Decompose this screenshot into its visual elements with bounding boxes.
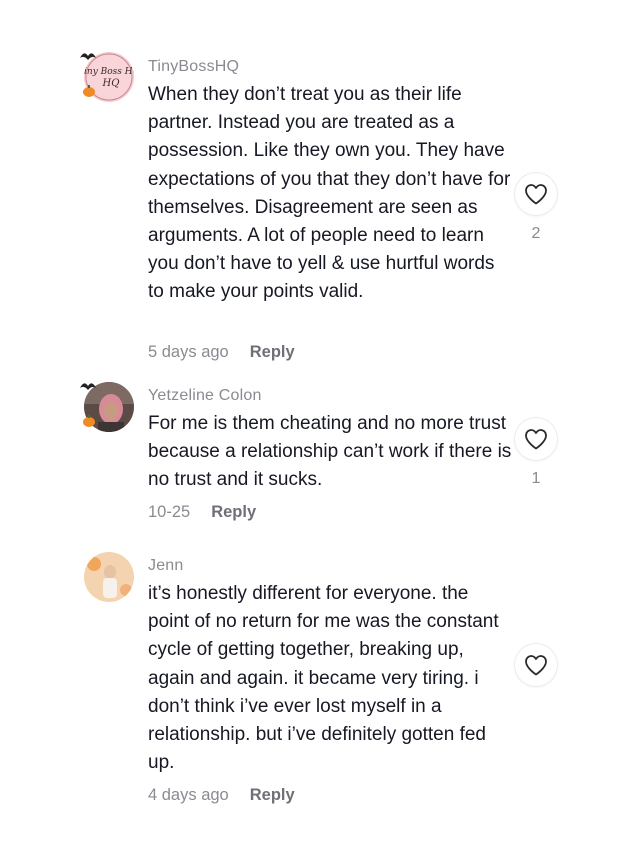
halloween-decoration-icon	[80, 383, 96, 390]
comment-meta: 10-25 Reply	[148, 503, 256, 522]
comment-meta: 5 days ago Reply	[148, 343, 295, 362]
reply-button[interactable]: Reply	[250, 343, 295, 361]
like-count: 2	[531, 225, 541, 242]
halloween-decoration-icon	[80, 53, 96, 60]
comment-text: For me is them cheating and no more trus…	[148, 413, 512, 491]
like-button[interactable]	[515, 173, 557, 215]
pumpkin-icon	[83, 85, 95, 97]
comment-username[interactable]: Yetzeline Colon	[148, 387, 262, 405]
heart-outline-icon	[525, 429, 547, 450]
like-button[interactable]	[515, 644, 557, 686]
comment-date: 4 days ago	[148, 786, 229, 804]
avatar[interactable]	[84, 552, 136, 604]
heart-outline-icon	[525, 655, 547, 676]
comment-date: 5 days ago	[148, 343, 229, 361]
heart-outline-icon	[525, 184, 547, 205]
reply-button[interactable]: Reply	[250, 786, 295, 804]
comment-username[interactable]: TinyBossHQ	[148, 58, 239, 76]
comment-username[interactable]: Jenn	[148, 557, 184, 575]
comment-date: 10-25	[148, 503, 191, 521]
reply-button[interactable]: Reply	[211, 503, 256, 521]
comment-meta: 4 days ago Reply	[148, 786, 295, 805]
avatar[interactable]	[80, 382, 136, 434]
comment-text: it’s honestly different for everyone. th…	[148, 583, 499, 774]
svg-text:HQ: HQ	[102, 78, 120, 89]
avatar[interactable]: Tiny Boss HQ HQ	[80, 52, 136, 104]
avatar-image	[84, 552, 134, 602]
comment-text: When they don’t treat you as their life …	[148, 84, 511, 303]
pumpkin-icon	[83, 415, 95, 427]
like-count: 1	[531, 470, 541, 487]
like-button[interactable]	[515, 418, 557, 460]
avatar-logo-text: Tiny Boss HQ	[84, 67, 134, 77]
